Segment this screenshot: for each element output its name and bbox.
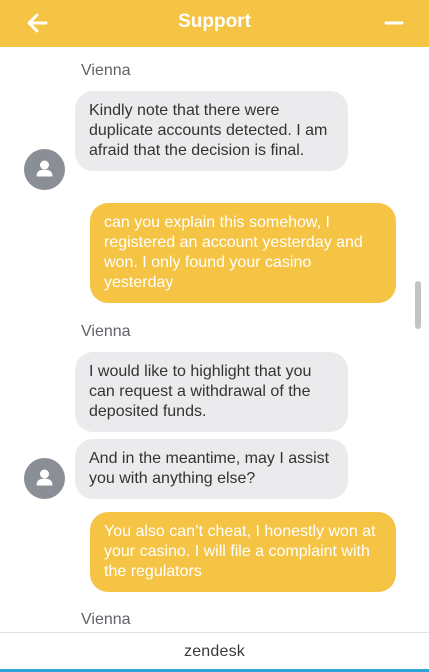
agent-avatar — [24, 149, 65, 190]
minus-icon[interactable] — [383, 10, 405, 36]
chat-header: Support — [0, 0, 429, 47]
user-icon — [36, 160, 53, 177]
chat-footer: zendesk — [0, 632, 429, 672]
agent-avatar — [24, 458, 65, 499]
user-message: can you explain this somehow, I register… — [90, 203, 396, 303]
agent-message: Kindly note that there were duplicate ac… — [75, 91, 348, 171]
message-list[interactable]: Vienna Kindly note that there were dupli… — [0, 47, 429, 632]
agent-message: And in the meantime, may I assist you wi… — [75, 439, 348, 499]
sender-name: Vienna — [81, 611, 131, 628]
agent-message: I would like to highlight that you can r… — [75, 352, 348, 432]
sender-name: Vienna — [81, 62, 131, 79]
scrollbar-thumb[interactable] — [415, 281, 421, 329]
user-icon — [36, 469, 53, 486]
chat-title: Support — [178, 11, 251, 32]
sender-name: Vienna — [81, 323, 131, 340]
zendesk-logo[interactable]: zendesk — [0, 643, 429, 661]
chat-widget: Support Vienna Kindly note that there we… — [0, 0, 430, 672]
user-message: You also can’t cheat, I honestly won at … — [90, 512, 396, 592]
